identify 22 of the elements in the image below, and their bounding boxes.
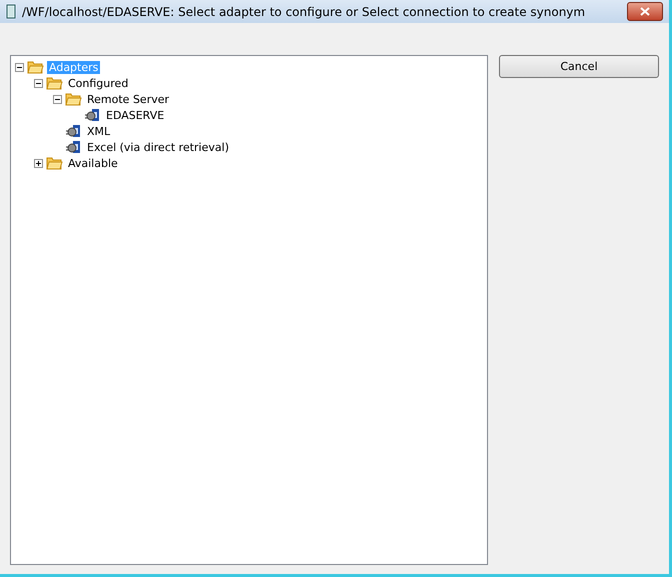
plug-icon: [65, 140, 82, 154]
plug-icon: [65, 124, 82, 138]
window-title: /WF/localhost/EDASERVE: Select adapter to configure or Select connection to create synonym: [22, 4, 586, 18]
folder-icon: [46, 156, 63, 170]
tree-item[interactable]: Configured: [66, 76, 130, 90]
plug-icon: [84, 108, 101, 122]
collapse-icon[interactable]: [15, 62, 24, 72]
folder-icon: [27, 60, 44, 74]
close-icon: [640, 7, 650, 16]
tree-item[interactable]: Available: [66, 156, 120, 170]
folder-icon: [46, 76, 63, 90]
tree-item[interactable]: XML: [85, 124, 112, 138]
expand-icon[interactable]: [34, 158, 43, 168]
folder-icon: [65, 92, 82, 106]
tree-item[interactable]: Excel (via direct retrieval): [85, 140, 231, 154]
close-button[interactable]: [627, 2, 663, 21]
tree-item[interactable]: EDASERVE: [104, 108, 166, 122]
tree-item[interactable]: Remote Server: [85, 92, 172, 106]
collapse-icon[interactable]: [34, 78, 43, 88]
cancel-button[interactable]: Cancel: [499, 55, 659, 78]
window-icon: [6, 4, 16, 19]
collapse-icon[interactable]: [53, 94, 62, 104]
